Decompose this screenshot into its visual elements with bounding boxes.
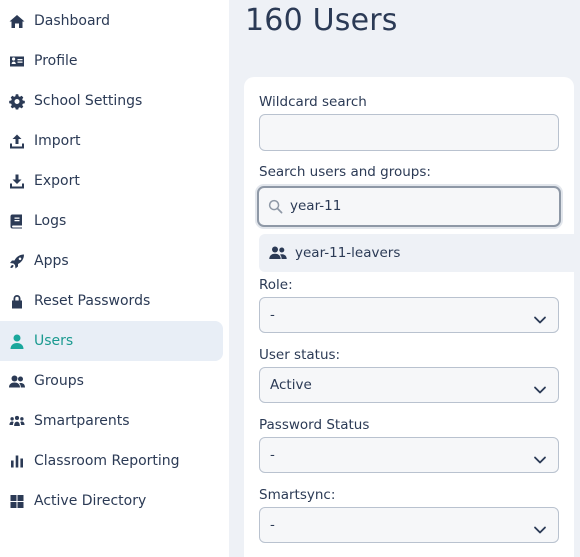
users-icon [8, 373, 25, 390]
user-status-label: User status: [259, 347, 341, 363]
download-icon [8, 173, 25, 190]
sidebar-item-label: Import [34, 133, 81, 149]
wildcard-search-label: Wildcard search [259, 94, 367, 110]
user-icon [8, 333, 25, 350]
home-icon [8, 13, 25, 30]
sidebar-item-users[interactable]: Users [0, 321, 223, 361]
book-icon [8, 213, 25, 230]
windows-icon [8, 493, 25, 510]
id-card-icon [8, 53, 25, 70]
sidebar-item-active-directory[interactable]: Active Directory [0, 481, 223, 521]
sidebar-item-label: Active Directory [34, 493, 147, 509]
sidebar: Dashboard Profile School Settings Import… [0, 0, 229, 557]
smartsync-value: - [270, 517, 275, 533]
sidebar-item-classroom-reporting[interactable]: Classroom Reporting [0, 441, 223, 481]
suggestion-label: year-11-leavers [295, 245, 401, 261]
search-users-groups-input[interactable]: year-11 [257, 186, 561, 227]
gear-icon [8, 93, 25, 110]
smartsync-select[interactable]: - [259, 507, 559, 543]
user-status-value: Active [270, 377, 312, 393]
wildcard-search-input[interactable] [259, 114, 559, 151]
sidebar-item-school-settings[interactable]: School Settings [0, 81, 223, 121]
page-title: 160 Users [245, 3, 398, 38]
sidebar-item-label: Smartparents [34, 413, 130, 429]
sidebar-item-label: Dashboard [34, 13, 110, 29]
sidebar-item-smartparents[interactable]: Smartparents [0, 401, 223, 441]
sidebar-item-profile[interactable]: Profile [0, 41, 223, 81]
sidebar-item-label: Users [34, 333, 74, 349]
sidebar-item-label: Reset Passwords [34, 293, 151, 309]
sidebar-item-label: Classroom Reporting [34, 453, 180, 469]
user-status-select[interactable]: Active [259, 367, 559, 403]
chevron-down-icon [533, 380, 547, 394]
sidebar-item-import[interactable]: Import [0, 121, 223, 161]
sidebar-item-dashboard[interactable]: Dashboard [0, 1, 223, 41]
people-group-icon [8, 413, 25, 430]
lock-icon [8, 293, 25, 310]
search-input-value: year-11 [290, 198, 342, 214]
chevron-down-icon [533, 520, 547, 534]
sidebar-item-export[interactable]: Export [0, 161, 223, 201]
sidebar-item-groups[interactable]: Groups [0, 361, 223, 401]
password-status-value: - [270, 447, 275, 463]
sidebar-item-label: Profile [34, 53, 78, 69]
suggestion-item[interactable]: year-11-leavers [259, 234, 580, 272]
search-users-groups-label: Search users and groups: [259, 164, 431, 180]
rocket-icon [8, 253, 25, 270]
search-icon [268, 199, 283, 214]
smartsync-label: Smartsync: [259, 487, 336, 503]
sidebar-item-label: Apps [34, 253, 69, 269]
sidebar-item-apps[interactable]: Apps [0, 241, 223, 281]
chevron-down-icon [533, 450, 547, 464]
sidebar-item-label: Export [34, 173, 80, 189]
password-status-select[interactable]: - [259, 437, 559, 473]
role-value: - [270, 307, 275, 323]
sidebar-item-label: Groups [34, 373, 84, 389]
password-status-label: Password Status [259, 417, 370, 433]
chevron-down-icon [533, 310, 547, 324]
bar-chart-icon [8, 453, 25, 470]
role-select[interactable]: - [259, 297, 559, 333]
role-label: Role: [259, 277, 293, 293]
sidebar-item-label: Logs [34, 213, 67, 229]
users-icon [269, 245, 287, 261]
sidebar-item-reset-passwords[interactable]: Reset Passwords [0, 281, 223, 321]
sidebar-item-label: School Settings [34, 93, 143, 109]
sidebar-item-logs[interactable]: Logs [0, 201, 223, 241]
upload-icon [8, 133, 25, 150]
